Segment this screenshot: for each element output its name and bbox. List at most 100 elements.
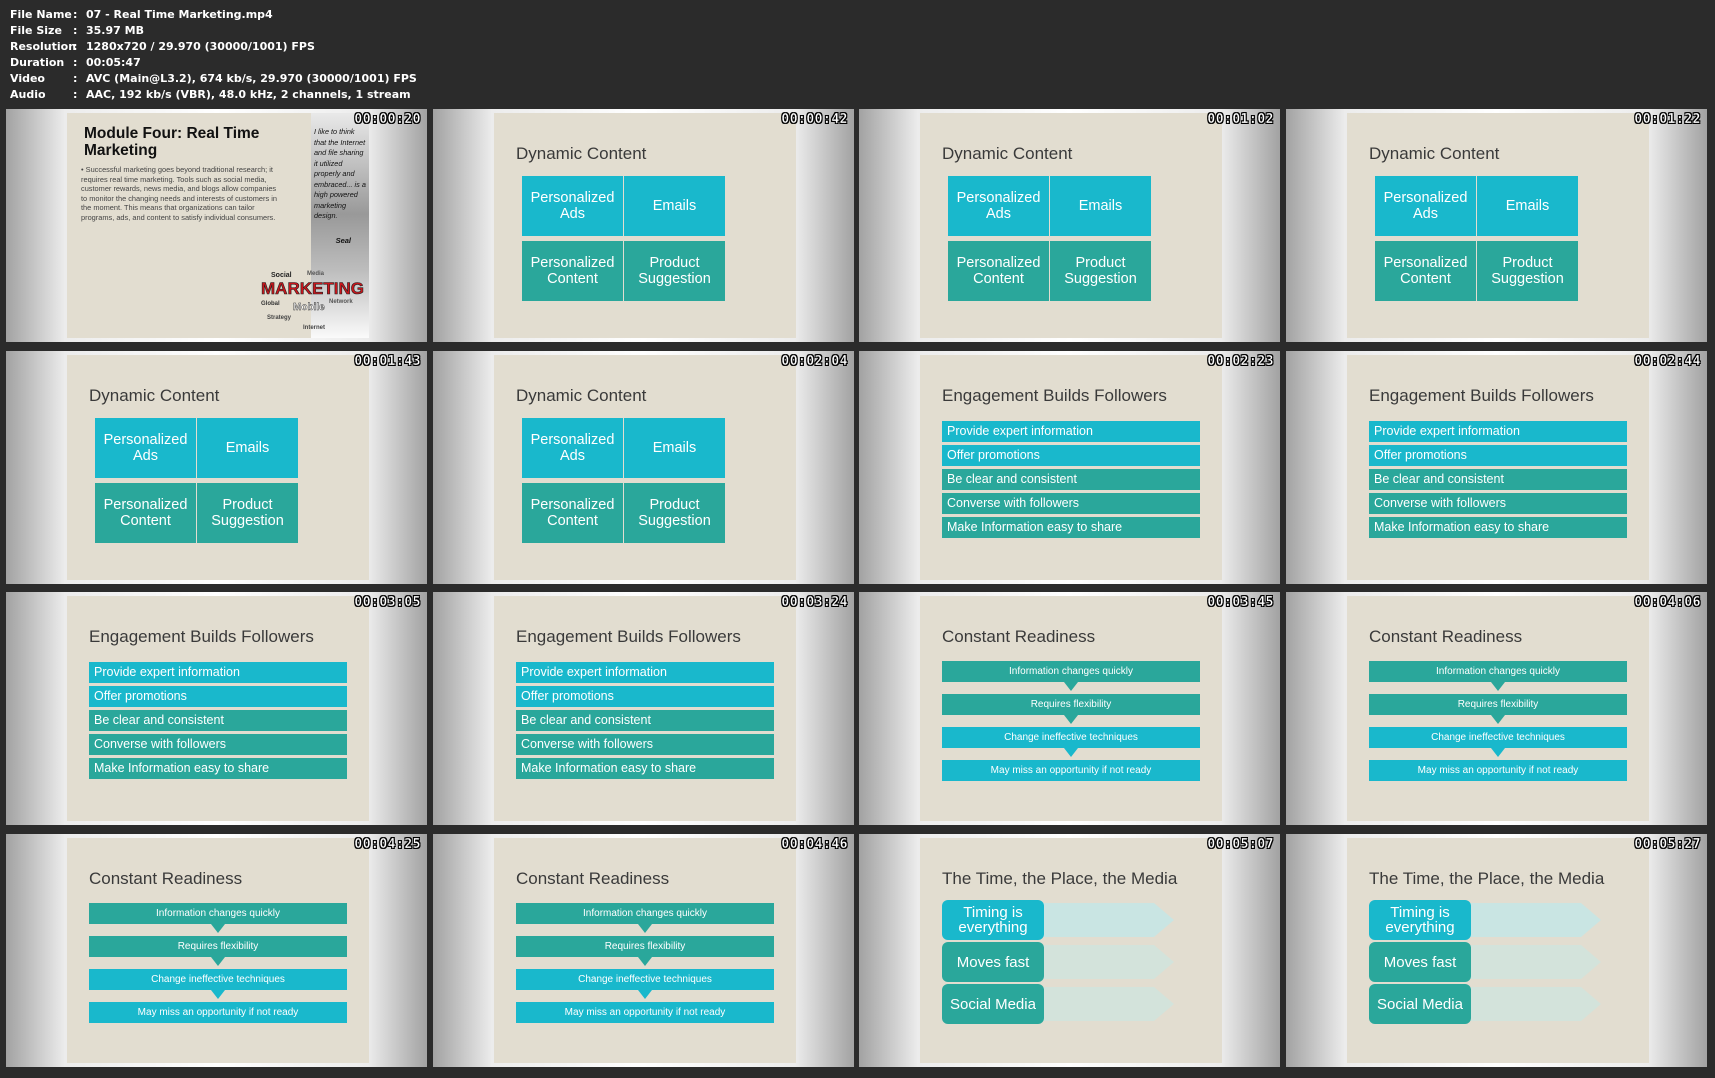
slide-title: Dynamic Content [942,144,1073,163]
engagement-item: Provide expert information [516,662,774,683]
wordcloud-word: Global [261,301,280,307]
engagement-item: Converse with followers [516,734,774,755]
engagement-item: Converse with followers [1369,493,1627,514]
engagement-item: Converse with followers [942,493,1200,514]
thumbnail-grid: Module Four: Real Time Marketing • Succe… [6,109,1711,1076]
timestamp-label: 00:04:25 [354,837,421,852]
engagement-item: Provide expert information [89,662,347,683]
engagement-item: Be clear and consistent [942,469,1200,490]
content-tile: Personalized Content [1375,241,1476,301]
file-info-row: Audio : AAC, 192 kb/s (VBR), 48.0 kHz, 2… [10,87,417,103]
file-info-row: Video : AVC (Main@L3.2), 674 kb/s, 29.97… [10,71,417,87]
chevron-arrow-icon [1024,903,1174,937]
down-arrow-icon [638,957,652,966]
slide-title: Constant Readiness [89,869,243,888]
content-tile: Product Suggestion [1050,241,1151,301]
content-tile: Personalized Content [522,483,623,543]
video-thumbnail: Dynamic Content Personalized Ads Emails Per… [859,109,1280,342]
file-info-value: 1280x720 / 29.970 (30000/1001) FPS [86,40,315,53]
content-tile-label: Emails [225,440,270,456]
file-info-value: 00:05:47 [86,56,141,69]
timeplace-item: Social Media [942,984,1044,1024]
timeplace-item-label: Timing is everything [1385,904,1455,936]
timestamp-label: 00:02:44 [1634,354,1701,369]
engagement-item: Offer promotions [89,686,347,707]
down-arrow-icon [1064,748,1078,757]
file-info-key: File Size [10,24,62,37]
file-info-key: File Name [10,8,72,21]
content-tile-label: Personalized Ads [103,432,188,464]
readiness-step: Information changes quickly [1369,661,1627,682]
content-tile-label: Personalized Ads [956,190,1041,222]
down-arrow-icon [1064,682,1078,691]
engagement-item: Be clear and consistent [516,710,774,731]
down-arrow-icon [211,924,225,933]
content-tile: Emails [624,418,725,478]
video-thumbnail: Engagement Builds Followers Provide exper… [859,351,1280,584]
slide-body-text: • Successful marketing goes beyond tradi… [81,165,277,222]
video-thumbnail: Dynamic Content Personalized Ads Emails Per… [433,109,854,342]
video-thumbnail: Dynamic Content Personalized Ads Emails Per… [6,351,427,584]
readiness-step: Requires flexibility [516,936,774,957]
content-tile-label: Product Suggestion [638,497,711,529]
engagement-item: Offer promotions [942,445,1200,466]
wordcloud-word: Mobile [293,302,325,313]
engagement-item: Offer promotions [1369,445,1627,466]
timeplace-item: Moves fast [1369,942,1471,982]
content-tile-label: Emails [1505,198,1550,214]
timestamp-label: 00:04:46 [781,837,848,852]
content-tile-label: Product Suggestion [1064,255,1137,287]
slide-frame: Engagement Builds Followers Provide exper… [67,596,369,821]
slide-title: Engagement Builds Followers [516,627,741,646]
content-tile: Personalized Content [95,483,196,543]
wordcloud-word: Media [307,271,325,277]
content-tile: Product Suggestion [624,483,725,543]
timestamp-label: 00:03:24 [781,595,848,610]
file-info-value: AVC (Main@L3.2), 674 kb/s, 29.970 (30000… [86,72,417,85]
file-info-colon: : [73,88,78,101]
chevron-arrow-icon [1451,945,1601,979]
slide-frame: The Time, the Place, the Media Timing is … [1347,838,1649,1063]
timeplace-item: Timing is everything [1369,900,1471,940]
timestamp-label: 00:02:04 [781,354,848,369]
wordcloud-word: Social [271,272,292,279]
video-thumbnail: Constant Readiness Information changes qu… [859,592,1280,825]
file-info-key: Video [10,72,45,85]
slide-frame: Constant Readiness Information changes qu… [920,596,1222,821]
content-tile: Emails [1477,176,1578,236]
timestamp-label: 00:05:07 [1207,837,1274,852]
content-tile-label: Personalized Content [1383,255,1468,287]
timestamp-label: 00:01:02 [1207,112,1274,127]
slide-title: Constant Readiness [1369,627,1523,646]
content-tile: Product Suggestion [624,241,725,301]
content-tile: Product Suggestion [197,483,298,543]
video-thumbnail: Engagement Builds Followers Provide exper… [1286,351,1707,584]
down-arrow-icon [638,924,652,933]
slide-title: The Time, the Place, the Media [1369,869,1605,888]
quote-text: I like to think that the Internet and fi… [314,127,366,220]
wordcloud-word: Network [329,299,353,305]
wordcloud-word: Internet [303,325,325,331]
down-arrow-icon [211,957,225,966]
chevron-arrow-icon [1024,945,1174,979]
down-arrow-icon [1491,682,1505,691]
timestamp-label: 00:03:45 [1207,595,1274,610]
content-tile: Personalized Ads [522,176,623,236]
file-info-colon: : [73,24,78,37]
content-tile: Emails [197,418,298,478]
readiness-step: Change ineffective techniques [942,727,1200,748]
timeplace-item: Timing is everything [942,900,1044,940]
engagement-item: Be clear and consistent [1369,469,1627,490]
engagement-item: Converse with followers [89,734,347,755]
video-thumbnail: Engagement Builds Followers Provide exper… [6,592,427,825]
timeplace-item-label: Timing is everything [958,904,1028,936]
readiness-step: Change ineffective techniques [516,969,774,990]
file-info-key: Resolution [10,40,77,53]
down-arrow-icon [1491,715,1505,724]
readiness-step: May miss an opportunity if not ready [1369,760,1627,781]
content-tile-label: Personalized Content [956,255,1041,287]
timestamp-label: 00:04:06 [1634,595,1701,610]
chevron-arrow-icon [1451,987,1601,1021]
slide-frame: Constant Readiness Information changes qu… [494,838,796,1063]
readiness-step: Change ineffective techniques [1369,727,1627,748]
